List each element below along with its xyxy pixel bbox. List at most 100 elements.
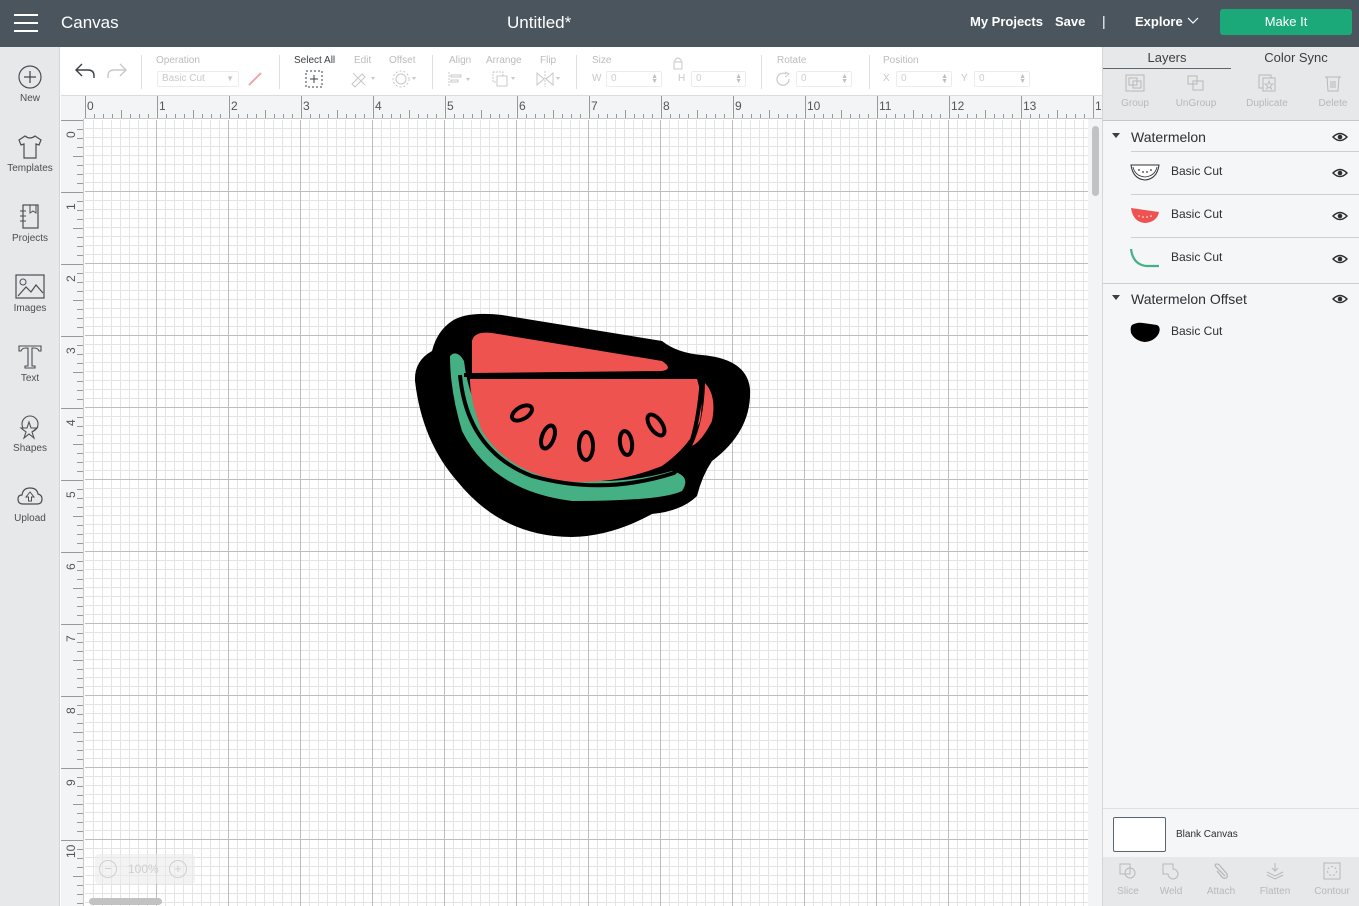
layer-row[interactable]: Basic Cut xyxy=(1117,194,1359,237)
spinner-icon[interactable]: ▲ ▼ xyxy=(735,73,742,85)
ruler-tick xyxy=(283,114,284,118)
arrange-icon[interactable] xyxy=(491,70,519,88)
flip-icon[interactable] xyxy=(535,70,565,88)
contour-button[interactable]: Contour xyxy=(1307,862,1357,897)
sidebar-item-images[interactable]: Images xyxy=(0,274,60,314)
height-input[interactable]: 0 ▲ ▼ xyxy=(691,71,746,87)
ruler-y-label: 9 xyxy=(64,779,78,786)
vertical-scrollbar[interactable] xyxy=(1092,126,1099,196)
layer-row[interactable]: Basic Cut xyxy=(1117,311,1359,354)
spinner-icon[interactable]: ▲ ▼ xyxy=(651,73,658,85)
eye-icon[interactable] xyxy=(1332,294,1348,304)
align-icon[interactable] xyxy=(447,71,475,87)
width-input[interactable]: 0 ▲ ▼ xyxy=(606,71,662,87)
tshirt-icon xyxy=(18,135,42,159)
spinner-icon[interactable]: ▲ ▼ xyxy=(841,73,848,85)
undo-icon[interactable] xyxy=(74,62,96,80)
ruler-tick xyxy=(688,114,689,118)
sidebar-label: Text xyxy=(20,373,40,384)
caret-down-icon[interactable] xyxy=(1112,295,1120,300)
ruler-tick xyxy=(61,480,83,481)
tab-color-sync[interactable]: Color Sync xyxy=(1232,50,1359,65)
sidebar-item-projects[interactable]: Projects xyxy=(0,204,60,244)
layer-row[interactable]: Basic Cut xyxy=(1117,237,1359,280)
ruler-tick xyxy=(77,822,83,823)
ruler-tick xyxy=(77,309,83,310)
ruler-x-label: 13 xyxy=(1023,99,1037,113)
ungroup-button[interactable]: UnGroup xyxy=(1164,73,1228,109)
group-button[interactable]: Group xyxy=(1103,73,1167,109)
operation-select[interactable]: Basic Cut ▼ xyxy=(157,71,239,87)
redo-icon[interactable] xyxy=(106,62,128,80)
ruler-tick xyxy=(77,759,83,760)
offset-icon[interactable] xyxy=(391,70,419,88)
chevron-down-icon[interactable] xyxy=(1187,14,1199,26)
ungroup-icon xyxy=(1187,75,1204,91)
duplicate-button[interactable]: Duplicate xyxy=(1235,73,1299,109)
document-title[interactable]: Untitled* xyxy=(507,13,571,33)
ruler-tick xyxy=(949,96,950,118)
outline-thumbnail xyxy=(1130,164,1160,181)
sidebar-item-new[interactable]: New xyxy=(0,64,60,104)
flesh-thumbnail xyxy=(1131,208,1159,223)
vertical-scrollbar-track xyxy=(1088,119,1102,906)
zoom-in-button[interactable]: + xyxy=(169,860,187,878)
ruler-tick xyxy=(238,114,239,118)
ruler-tick xyxy=(472,114,473,118)
ruler-tick xyxy=(553,110,554,118)
layer-group-watermelon-offset[interactable]: Watermelon Offset xyxy=(1103,284,1359,314)
ruler-tick xyxy=(77,903,83,904)
ruler-tick xyxy=(77,390,83,391)
canvas-color-swatch[interactable] xyxy=(1113,817,1166,852)
horizontal-scrollbar[interactable] xyxy=(89,898,162,905)
spinner-icon[interactable]: ▲ ▼ xyxy=(941,73,948,85)
eye-icon[interactable] xyxy=(1332,132,1348,142)
delete-button[interactable]: Delete xyxy=(1301,73,1359,109)
sidebar-item-shapes[interactable]: Shapes xyxy=(0,414,60,454)
eye-icon[interactable] xyxy=(1332,211,1348,221)
spinner-icon[interactable]: ▲ ▼ xyxy=(1019,73,1026,85)
save-button[interactable]: Save xyxy=(1055,14,1085,29)
sidebar-item-text[interactable]: Text xyxy=(0,344,60,384)
position-y-input[interactable]: 0 ▲ ▼ xyxy=(974,71,1030,87)
make-it-button[interactable]: Make It xyxy=(1220,9,1352,35)
zoom-out-button[interactable]: − xyxy=(99,860,117,878)
layer-group-watermelon[interactable]: Watermelon xyxy=(1103,122,1359,152)
ruler-tick xyxy=(73,804,83,805)
eye-icon[interactable] xyxy=(1332,254,1348,264)
ruler-tick xyxy=(184,114,185,118)
y-value: 0 xyxy=(979,73,985,84)
eye-icon[interactable] xyxy=(1332,168,1348,178)
edit-icon[interactable] xyxy=(350,70,378,88)
watermelon-artwork[interactable] xyxy=(412,311,752,541)
position-x-input[interactable]: 0 ▲ ▼ xyxy=(896,71,952,87)
ruler-tick xyxy=(310,114,311,118)
sidebar-item-templates[interactable]: Templates xyxy=(0,134,60,174)
hamburger-menu-icon[interactable] xyxy=(14,14,38,32)
my-projects-link[interactable]: My Projects xyxy=(970,14,1043,29)
explore-menu[interactable]: Explore xyxy=(1135,14,1183,29)
sidebar-item-upload[interactable]: Upload xyxy=(0,484,60,524)
select-all-icon[interactable] xyxy=(305,70,323,88)
ruler-tick xyxy=(77,714,83,715)
ruler-tick xyxy=(598,114,599,118)
duplicate-label: Duplicate xyxy=(1246,98,1288,109)
attach-button[interactable]: Attach xyxy=(1196,862,1246,897)
ruler-y-label: 1 xyxy=(64,203,78,210)
lock-icon[interactable] xyxy=(672,56,684,70)
tab-layers[interactable]: Layers xyxy=(1103,50,1231,70)
linetype-color-swatch[interactable] xyxy=(246,70,264,88)
design-canvas[interactable]: 0 1 2 3 4 5 6 7 8 9 10 11 12 13 1 0 1 2 3 4 5 6 7 8 9 10 − 100% … xyxy=(61,96,1102,906)
position-label: Position xyxy=(883,55,919,66)
flatten-button[interactable]: Flatten xyxy=(1250,862,1300,897)
ruler-tick xyxy=(77,327,83,328)
ruler-tick xyxy=(679,114,680,118)
rotate-input[interactable]: 0 ▲ ▼ xyxy=(796,71,852,87)
paperclip-icon xyxy=(1214,863,1228,879)
caret-down-icon[interactable] xyxy=(1112,133,1120,138)
layer-row[interactable]: Basic Cut xyxy=(1117,151,1359,194)
weld-button[interactable]: Weld xyxy=(1146,862,1196,897)
ruler-tick xyxy=(382,114,383,118)
ruler-x-label: 12 xyxy=(951,99,965,113)
contour-icon xyxy=(1323,862,1341,880)
